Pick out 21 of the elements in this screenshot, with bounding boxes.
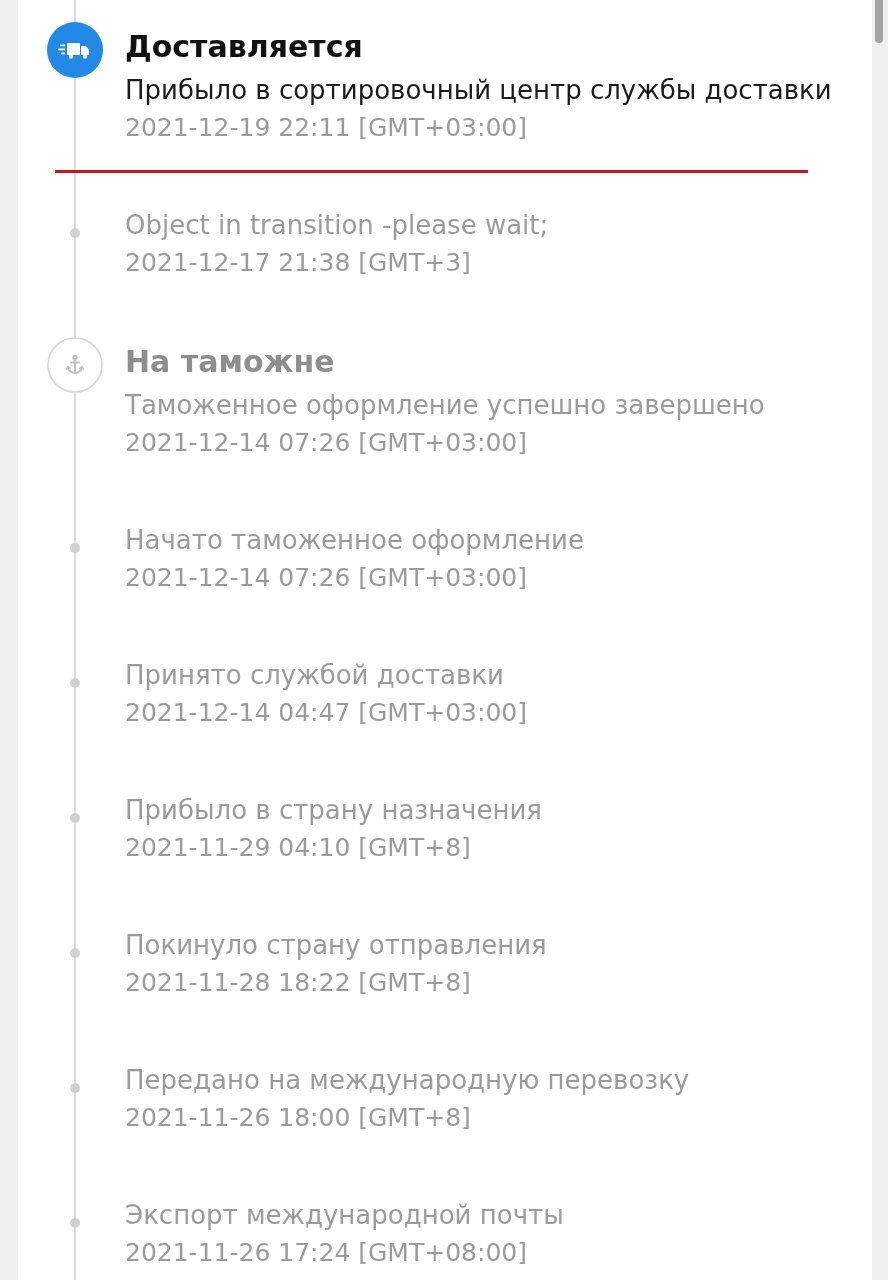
event-timestamp: 2021-11-26 17:24 [GMT+08:00] [125,1237,528,1269]
status-title: На таможне [125,343,336,381]
event-timestamp: 2021-12-14 04:47 [GMT+03:00] [125,697,528,729]
event-description: Передано на международную перевозку [125,1064,691,1097]
event-timestamp: 2021-12-14 07:26 [GMT+03:00] [125,427,528,459]
event-description: Object in transition -please wait; [125,209,550,242]
event-description: Начато таможенное оформление [125,524,585,557]
event-timestamp: 2021-12-19 22:11 [GMT+03:00] [125,112,528,144]
event-timestamp: 2021-11-29 04:10 [GMT+8] [125,832,472,864]
event-description: Прибыло в сортировочный центр службы доставки [125,74,833,107]
event-description: Таможенное оформление успешно завершено [125,389,766,422]
event-timestamp: 2021-11-26 18:00 [GMT+8] [125,1102,472,1134]
event-description: Покинуло страну отправления [125,929,548,962]
event-description: Принято службой доставки [125,659,505,692]
scrollbar-thumb[interactable] [875,0,883,43]
event-timestamp: 2021-11-28 18:22 [GMT+8] [125,967,472,999]
event-description: Прибыло в страну назначения [125,794,543,827]
event-description: Экспорт международной почты [125,1199,565,1232]
event-timestamp: 2021-12-14 07:26 [GMT+03:00] [125,562,528,594]
status-title: Доставляется [125,28,364,66]
event-timestamp: 2021-12-17 21:38 [GMT+3] [125,247,472,279]
